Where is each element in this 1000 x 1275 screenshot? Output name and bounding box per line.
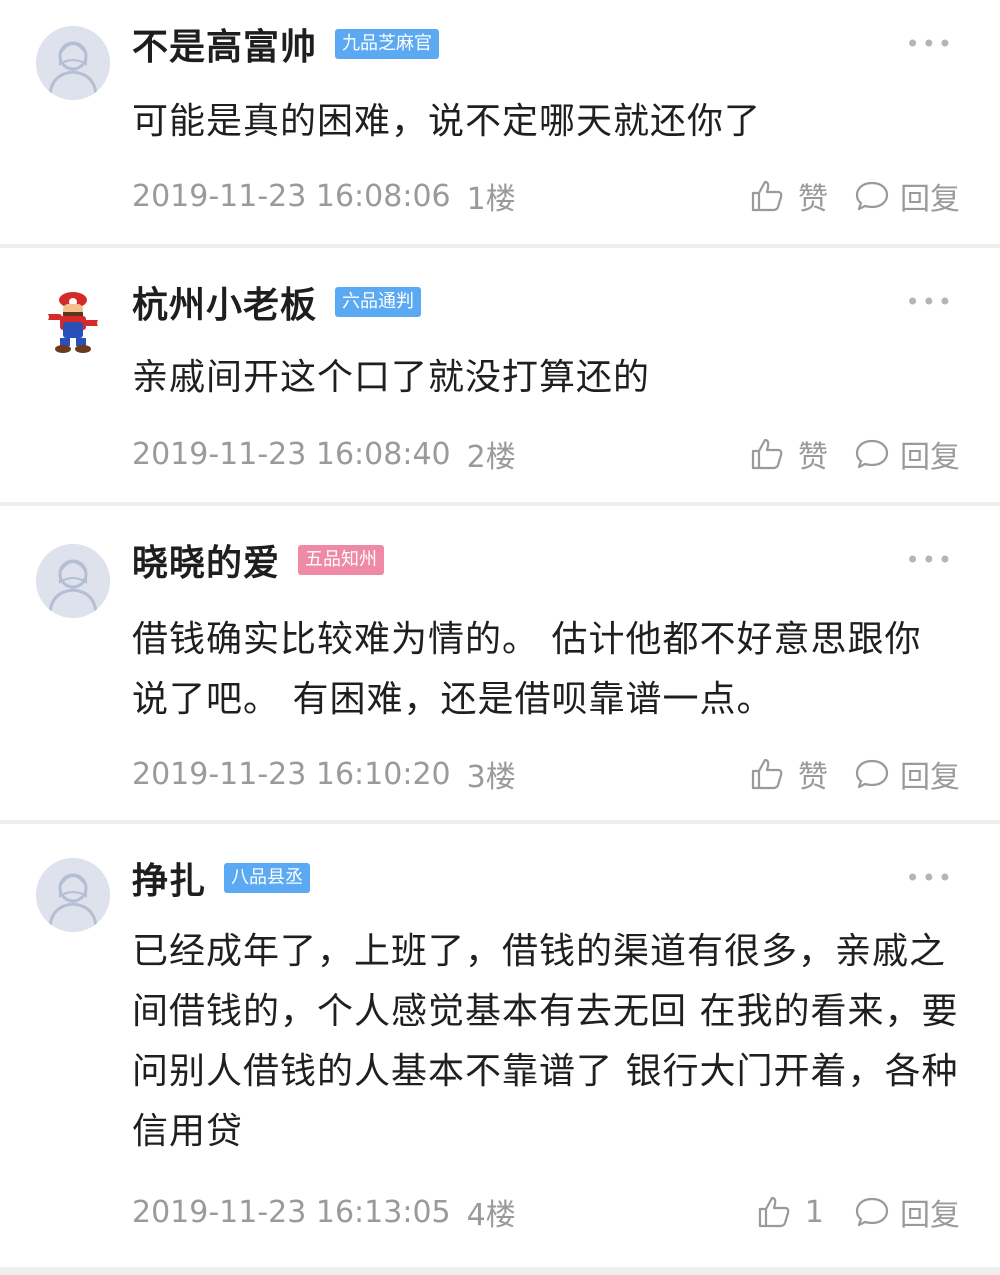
floor-number: 4楼 xyxy=(466,1198,516,1233)
username[interactable]: 晓晓的爱 xyxy=(132,534,280,586)
comment-text: 已经成年了，上班了，借钱的渠道有很多，亲戚之间借钱的，个人感觉基本有去无回 在我… xyxy=(132,931,959,1152)
username[interactable]: 杭州小老板 xyxy=(132,276,317,328)
comment-header: 晓晓的爱 五品知州 xyxy=(132,538,960,584)
reply-label: 回复 xyxy=(900,440,960,475)
reply-button[interactable]: 回复 xyxy=(854,752,960,796)
default-avatar-icon[interactable] xyxy=(36,858,110,932)
comment-actions: 赞 回复 xyxy=(750,174,960,218)
like-count: 1 xyxy=(804,1194,824,1230)
like-button[interactable]: 赞 xyxy=(750,174,828,218)
rank-badge: 六品通判 xyxy=(335,287,422,317)
comment-footer: 2019-11-23 16:10:20 3楼 赞 回复 xyxy=(132,752,960,796)
comment-actions: 1 回复 xyxy=(757,1190,960,1234)
more-dots-icon[interactable]: ••• xyxy=(906,30,954,58)
default-avatar-icon[interactable] xyxy=(36,544,110,618)
like-button[interactable]: 1 xyxy=(757,1195,824,1230)
reply-button[interactable]: 回复 xyxy=(854,1190,960,1234)
reply-label: 回复 xyxy=(900,1198,960,1233)
comment-item: 晓晓的爱 五品知州 ••• 借钱确实比较难为情的。 估计他都不好意思跟你说了吧。… xyxy=(0,506,1000,820)
comment-footer: 2019-11-23 16:08:40 2楼 赞 回复 xyxy=(132,432,960,476)
rank-badge: 五品知州 xyxy=(298,545,385,575)
reply-button[interactable]: 回复 xyxy=(854,174,960,218)
like-button[interactable]: 赞 xyxy=(750,752,828,796)
speech-bubble-icon xyxy=(855,1197,889,1227)
comment-thread: 不是高富帅 九品芝麻官 ••• 可能是真的困难，说不定哪天就还你了 2019-1… xyxy=(0,0,1000,1267)
comment-header: 不是高富帅 九品芝麻官 xyxy=(132,22,960,68)
mario-avatar-icon[interactable] xyxy=(36,282,110,356)
thumbs-up-icon xyxy=(751,438,783,470)
speech-bubble-icon xyxy=(855,759,889,789)
comment-item: 不是高富帅 九品芝麻官 ••• 可能是真的困难，说不定哪天就还你了 2019-1… xyxy=(0,0,1000,244)
like-label: 赞 xyxy=(798,760,828,795)
thumbs-up-icon xyxy=(758,1196,790,1228)
floor-number: 3楼 xyxy=(466,760,516,795)
thumbs-up-icon xyxy=(751,758,783,790)
rank-badge: 九品芝麻官 xyxy=(335,29,440,59)
comment-header: 杭州小老板 六品通判 xyxy=(132,280,960,326)
reply-label: 回复 xyxy=(900,760,960,795)
thumbs-up-icon xyxy=(751,180,783,212)
comment-actions: 赞 回复 xyxy=(750,752,960,796)
comment-item: 挣扎 八品县丞 ••• 已经成年了，上班了，借钱的渠道有很多，亲戚之间借钱的，个… xyxy=(0,824,1000,1267)
comment-text: 可能是真的困难，说不定哪天就还你了 xyxy=(132,101,762,142)
timestamp: 2019-11-23 16:13:05 xyxy=(132,1194,451,1230)
comment-item: 杭州小老板 六品通判 ••• 亲戚间开这个口了就没打算还的 2019-11-23… xyxy=(0,248,1000,502)
comment-footer: 2019-11-23 16:13:05 4楼 1 回复 xyxy=(132,1190,960,1234)
reply-button[interactable]: 回复 xyxy=(854,432,960,476)
comment-footer: 2019-11-23 16:08:06 1楼 赞 回复 xyxy=(132,174,960,218)
comment-actions: 赞 回复 xyxy=(750,432,960,476)
username[interactable]: 挣扎 xyxy=(132,852,206,904)
comment-header: 挣扎 八品县丞 xyxy=(132,856,960,902)
timestamp: 2019-11-23 16:10:20 xyxy=(132,756,451,792)
more-dots-icon[interactable]: ••• xyxy=(906,288,954,316)
like-button[interactable]: 赞 xyxy=(750,432,828,476)
timestamp: 2019-11-23 16:08:06 xyxy=(132,178,451,214)
timestamp: 2019-11-23 16:08:40 xyxy=(132,436,451,472)
more-dots-icon[interactable]: ••• xyxy=(906,546,954,574)
username[interactable]: 不是高富帅 xyxy=(132,18,317,70)
comment-text: 亲戚间开这个口了就没打算还的 xyxy=(132,357,651,398)
floor-number: 1楼 xyxy=(466,182,516,217)
like-label: 赞 xyxy=(798,440,828,475)
floor-number: 2楼 xyxy=(466,440,516,475)
more-dots-icon[interactable]: ••• xyxy=(906,864,954,892)
speech-bubble-icon xyxy=(855,439,889,469)
speech-bubble-icon xyxy=(855,181,889,211)
comment-text: 借钱确实比较难为情的。 估计他都不好意思跟你说了吧。 有困难，还是借呗靠谱一点。 xyxy=(132,619,922,720)
default-avatar-icon[interactable] xyxy=(36,26,110,100)
reply-label: 回复 xyxy=(900,182,960,217)
like-label: 赞 xyxy=(798,182,828,217)
rank-badge: 八品县丞 xyxy=(224,863,311,893)
